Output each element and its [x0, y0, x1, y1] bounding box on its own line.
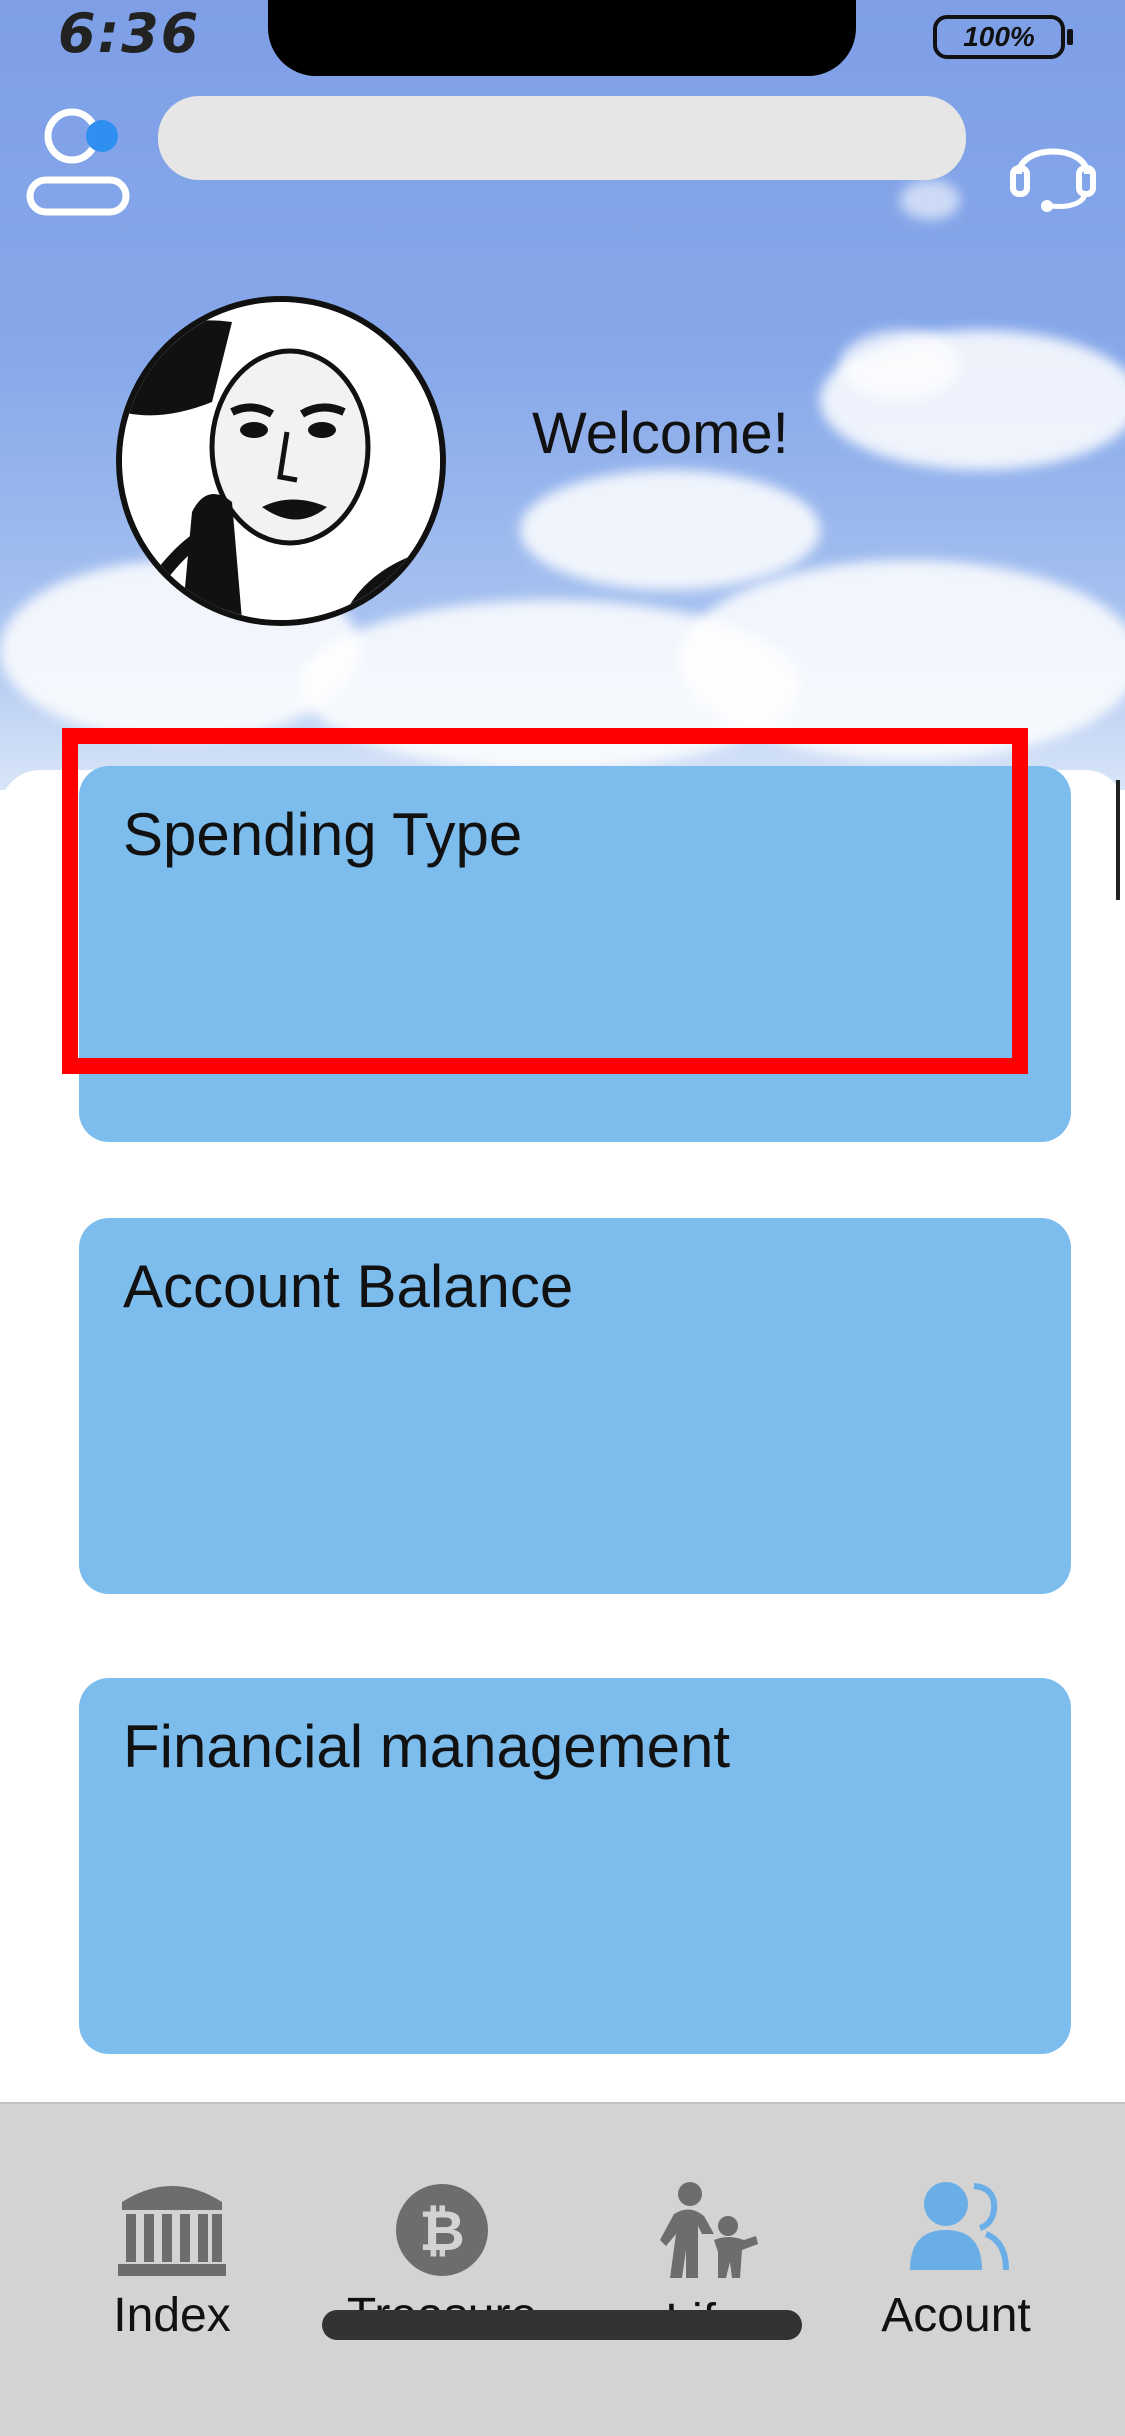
- card-title: Financial management: [123, 1713, 731, 1780]
- welcome-text: Welcome!: [532, 401, 789, 466]
- card-financial-management[interactable]: Financial management: [79, 1678, 1071, 2054]
- profile-switch-button[interactable]: [24, 108, 134, 218]
- users-icon: [896, 2174, 1016, 2284]
- avatar-image: [122, 302, 440, 620]
- svg-text:₿: ₿: [419, 2199, 465, 2264]
- bank-icon: [112, 2174, 232, 2284]
- headset-icon: [1010, 148, 1096, 212]
- status-time: 6:36: [58, 2, 201, 65]
- card-title: Account Balance: [123, 1253, 574, 1320]
- family-icon: [644, 2174, 764, 2284]
- phone-screen: 6:36 100% Welcome! Spending Type Account…: [0, 0, 1125, 2436]
- avatar[interactable]: [116, 296, 446, 626]
- bitcoin-icon: ₿: [382, 2174, 502, 2284]
- tab-acount[interactable]: Acount: [836, 2104, 1076, 2354]
- search-input[interactable]: [158, 96, 966, 180]
- customer-service-button[interactable]: [1005, 118, 1101, 214]
- device-notch: [268, 0, 856, 76]
- highlight-box: [62, 728, 1028, 1074]
- home-indicator[interactable]: [322, 2310, 802, 2340]
- tab-index[interactable]: Index: [52, 2104, 292, 2354]
- battery-indicator: 100%: [933, 15, 1073, 59]
- battery-level: 100%: [963, 21, 1035, 52]
- tab-label: Acount: [881, 2289, 1031, 2342]
- tab-bar: Index ₿ Treasure Life: [0, 2102, 1125, 2436]
- scroll-indicator: [1116, 780, 1120, 900]
- profile-icon: [26, 108, 130, 216]
- card-account-balance[interactable]: Account Balance: [79, 1218, 1071, 1594]
- tab-label: Index: [113, 2289, 231, 2342]
